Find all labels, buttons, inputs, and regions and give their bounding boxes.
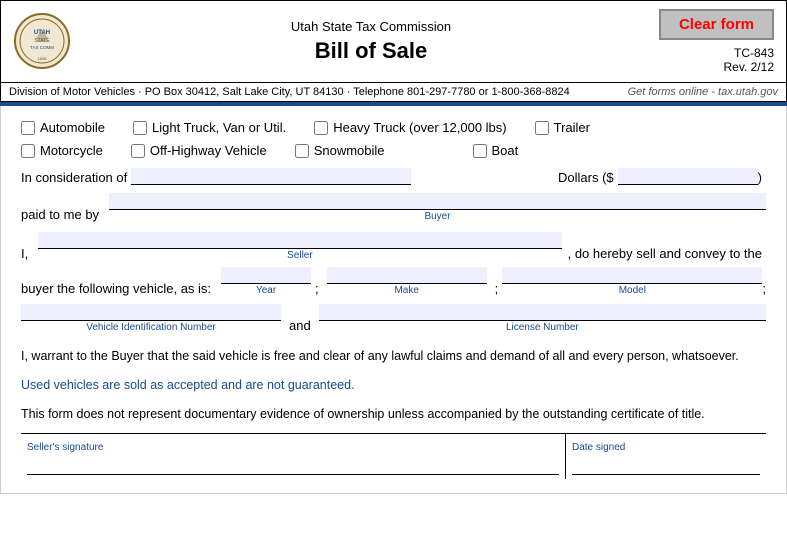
seller-input[interactable] [38,232,561,249]
year-input[interactable] [221,267,311,284]
license-field-wrap: License Number [319,304,766,333]
vehicle-line: buyer the following vehicle, as is: Year… [21,267,766,296]
vin-label: Vehicle Identification Number [86,322,216,333]
sellers-signature-line [27,455,559,475]
clear-form-button[interactable]: Clear form [659,9,774,40]
checkbox-item-motorcycle: Motorcycle [21,143,103,158]
paragraph-3: This form does not represent documentary… [21,405,766,424]
seller-field-wrap: Seller [38,232,561,261]
trailer-label: Trailer [554,120,590,135]
license-input[interactable] [319,304,766,321]
paid-label: paid to me by [21,207,99,222]
date-signed-label: Date signed [572,442,625,453]
buyer-field-label: Buyer [424,211,450,222]
snowmobile-label: Snowmobile [314,143,385,158]
signature-section: Seller's signature Date signed [21,433,766,479]
heavytruck-label: Heavy Truck (over 12,000 lbs) [333,120,506,135]
date-signed-area: Date signed [566,434,766,479]
sellers-signature-area: Seller's signature [21,434,566,479]
make-input[interactable] [327,267,487,284]
svg-text:1896: 1896 [38,56,48,61]
checkbox-item-automobile: Automobile [21,120,105,135]
motorcycle-label: Motorcycle [40,143,103,158]
vin-line: Vehicle Identification Number and Licens… [21,304,766,333]
checkbox-item-lighttruck: Light Truck, Van or Util. [133,120,286,135]
dollars-close: ) [758,170,762,185]
year-label: Year [256,285,276,296]
model-input[interactable] [502,267,762,284]
buyer-vehicle-label: buyer the following vehicle, as is: [21,281,211,296]
header: UTAH STATE TAX COMM 1896 Utah State Tax … [0,0,787,83]
document-title: Bill of Sale [83,38,659,64]
i-label: I, [21,246,28,261]
automobile-label: Automobile [40,120,105,135]
boat-checkbox[interactable] [473,144,487,158]
agency-name: Utah State Tax Commission [83,19,659,34]
offhighway-label: Off-Highway Vehicle [150,143,267,158]
vin-input[interactable] [21,304,281,321]
checkbox-item-trailer: Trailer [535,120,590,135]
checkbox-item-heavytruck: Heavy Truck (over 12,000 lbs) [314,120,506,135]
and-label: and [289,318,311,333]
get-forms-link: Get forms online - tax.utah.gov [628,86,778,98]
dmv-info: Division of Motor Vehicles · PO Box 3041… [9,86,570,98]
dollars-label: Dollars ($ [558,170,614,185]
boat-label: Boat [492,143,519,158]
checkbox-item-boat: Boat [473,143,519,158]
heavytruck-checkbox[interactable] [314,121,328,135]
consideration-label: In consideration of [21,170,127,185]
consideration-line: In consideration of Dollars ($ ) [21,168,766,185]
paid-line: paid to me by Buyer [21,193,766,222]
header-center: Utah State Tax Commission Bill of Sale [83,19,659,64]
model-label: Model [619,285,646,296]
consideration-field-wrap [131,168,411,185]
lighttruck-checkbox[interactable] [133,121,147,135]
dollars-input[interactable] [618,168,758,185]
seller-field-label: Seller [287,250,313,261]
checkbox-row-2: Motorcycle Off-Highway Vehicle Snowmobil… [21,143,766,158]
offhighway-checkbox[interactable] [131,144,145,158]
sub-header: Division of Motor Vehicles · PO Box 3041… [0,83,787,102]
form-number: TC-843 Rev. 2/12 [724,46,774,74]
snowmobile-checkbox[interactable] [295,144,309,158]
model-field-wrap: Model [502,267,762,296]
sellers-signature-label: Seller's signature [27,442,103,453]
license-label: License Number [506,322,579,333]
buyer-field-wrap: Buyer [109,193,766,222]
consideration-input[interactable] [131,168,411,185]
lighttruck-label: Light Truck, Van or Util. [152,120,286,135]
dollars-field-wrap [618,168,758,185]
date-signed-line [572,455,760,475]
checkbox-item-offhighway: Off-Highway Vehicle [131,143,267,158]
checkbox-row-1: Automobile Light Truck, Van or Util. Hea… [21,120,766,135]
logo: UTAH STATE TAX COMM 1896 [13,12,73,72]
buyer-input[interactable] [109,193,766,210]
paragraph-1: I, warrant to the Buyer that the said ve… [21,347,766,366]
svg-text:TAX COMM: TAX COMM [30,45,54,50]
checkbox-item-snowmobile: Snowmobile [295,143,385,158]
make-field-wrap: Make [327,267,487,296]
do-hereby-label: , do hereby sell and convey to the [568,246,762,261]
make-label: Make [394,285,418,296]
automobile-checkbox[interactable] [21,121,35,135]
trailer-checkbox[interactable] [535,121,549,135]
year-field-wrap: Year [221,267,311,296]
vin-field-wrap: Vehicle Identification Number [21,304,281,333]
seller-line: I, Seller , do hereby sell and convey to… [21,232,766,261]
paragraph-2: Used vehicles are sold as accepted and a… [21,376,766,395]
motorcycle-checkbox[interactable] [21,144,35,158]
header-right: Clear form TC-843 Rev. 2/12 [659,9,774,74]
form-body: Automobile Light Truck, Van or Util. Hea… [0,106,787,494]
